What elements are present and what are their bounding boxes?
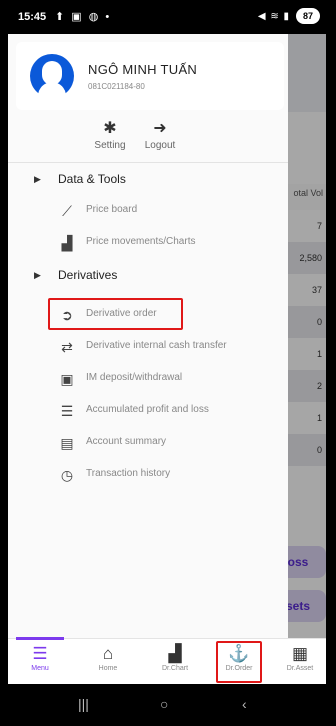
active-tab-indicator xyxy=(16,637,64,640)
menu-item-label: Price movements/Charts xyxy=(86,236,196,247)
menu-item-label: Account summary xyxy=(86,436,167,447)
nav-home[interactable]: ⌂ Home xyxy=(84,643,132,672)
bottom-nav: ☰ Menu ⌂ Home ▟ Dr.Chart ⚓ Dr.Order ▦ Dr… xyxy=(8,637,326,684)
signal-icons: ◀ ≋ ▮ xyxy=(257,11,290,22)
nav-label: Dr.Asset xyxy=(286,665,314,672)
clock-icon: ◷ xyxy=(60,467,74,483)
menu-item-label: IM deposit/withdrawal xyxy=(86,372,183,383)
drawer-scrim[interactable] xyxy=(288,34,326,638)
deposit-icon: ▣ xyxy=(60,371,74,387)
profile-name: NGÔ MINH TUẤN xyxy=(88,62,198,77)
asset-icon: ▦ xyxy=(291,644,309,663)
menu-item-label: Price board xyxy=(86,204,138,215)
profit-loss-icon: ☰ xyxy=(60,403,74,419)
expand-triangle-icon: ▶ xyxy=(34,174,41,184)
home-circle-icon[interactable]: ○ xyxy=(160,696,168,712)
document-icon: ▤ xyxy=(60,435,74,451)
bar-chart-icon: ▟ xyxy=(168,644,182,663)
menu-item-price-movements[interactable]: ▟ Price movements/Charts xyxy=(8,228,288,258)
system-nav-bar: ||| ○ ‹ xyxy=(8,684,326,726)
nav-dr-chart[interactable]: ▟ Dr.Chart xyxy=(151,643,199,672)
highlight-derivative-order xyxy=(48,298,183,330)
status-time: 15:45 xyxy=(18,11,47,23)
nav-dr-asset[interactable]: ▦ Dr.Asset xyxy=(276,643,324,672)
navigation-drawer: NGÔ MINH TUẤN 081C021184-80 ✱ Setting ➜ … xyxy=(8,34,288,638)
account-actions: ✱ Setting ➜ Logout xyxy=(8,118,288,158)
recent-apps-icon[interactable]: ||| xyxy=(78,696,89,712)
menu-item-profit-loss[interactable]: ☰ Accumulated profit and loss xyxy=(8,396,288,426)
nav-menu[interactable]: ☰ Menu xyxy=(16,643,64,672)
logout-icon: ➜ xyxy=(153,120,167,137)
profile-account-id: 081C021184-80 xyxy=(88,82,145,91)
profile-card: NGÔ MINH TUẤN 081C021184-80 xyxy=(16,42,284,110)
home-icon: ⌂ xyxy=(102,644,114,663)
menu-item-label: Accumulated profit and loss xyxy=(86,404,209,415)
section-derivatives[interactable]: ▶ Derivatives xyxy=(8,262,288,290)
bar-chart-icon: ▟ xyxy=(61,235,73,251)
nav-label: Dr.Chart xyxy=(161,665,189,672)
menu-item-transaction-history[interactable]: ◷ Transaction history xyxy=(8,460,288,490)
highlight-dr-order xyxy=(216,641,262,683)
divider xyxy=(8,162,288,163)
nav-label: Home xyxy=(98,665,118,672)
logout-label: Logout xyxy=(144,140,176,151)
menu-item-im-deposit[interactable]: ▣ IM deposit/withdrawal xyxy=(8,364,288,394)
menu-item-label: Derivative internal cash transfer xyxy=(86,340,227,351)
phone-screen: 15:45 ⬆ ▣ ◍ • ◀ ≋ ▮ 87 otal Vol 7 2,580 … xyxy=(8,0,326,726)
logout-button[interactable]: ➜ Logout xyxy=(130,118,190,151)
section-label: Data & Tools xyxy=(58,172,126,186)
section-label: Derivatives xyxy=(58,268,118,282)
status-bar: 15:45 ⬆ ▣ ◍ • ◀ ≋ ▮ 87 xyxy=(8,0,326,34)
menu-item-account-summary[interactable]: ▤ Account summary xyxy=(8,428,288,458)
avatar-icon xyxy=(30,54,74,98)
section-data-tools[interactable]: ▶ Data & Tools xyxy=(8,166,288,194)
setting-label: Setting xyxy=(94,140,126,151)
menu-item-cash-transfer[interactable]: ⇄ Derivative internal cash transfer xyxy=(8,332,288,362)
expand-triangle-icon: ▶ xyxy=(34,270,41,280)
menu-icon: ☰ xyxy=(32,644,48,663)
battery-icon: 87 xyxy=(296,8,320,24)
transfer-icon: ⇄ xyxy=(61,339,73,355)
chart-line-icon: ⟋ xyxy=(62,203,72,219)
menu-item-label: Transaction history xyxy=(86,468,171,479)
back-icon[interactable]: ‹ xyxy=(242,696,247,712)
menu-item-price-board[interactable]: ⟋ Price board xyxy=(8,196,288,226)
nav-label: Menu xyxy=(31,665,49,672)
notification-icons: ⬆ ▣ ◍ • xyxy=(55,11,112,23)
